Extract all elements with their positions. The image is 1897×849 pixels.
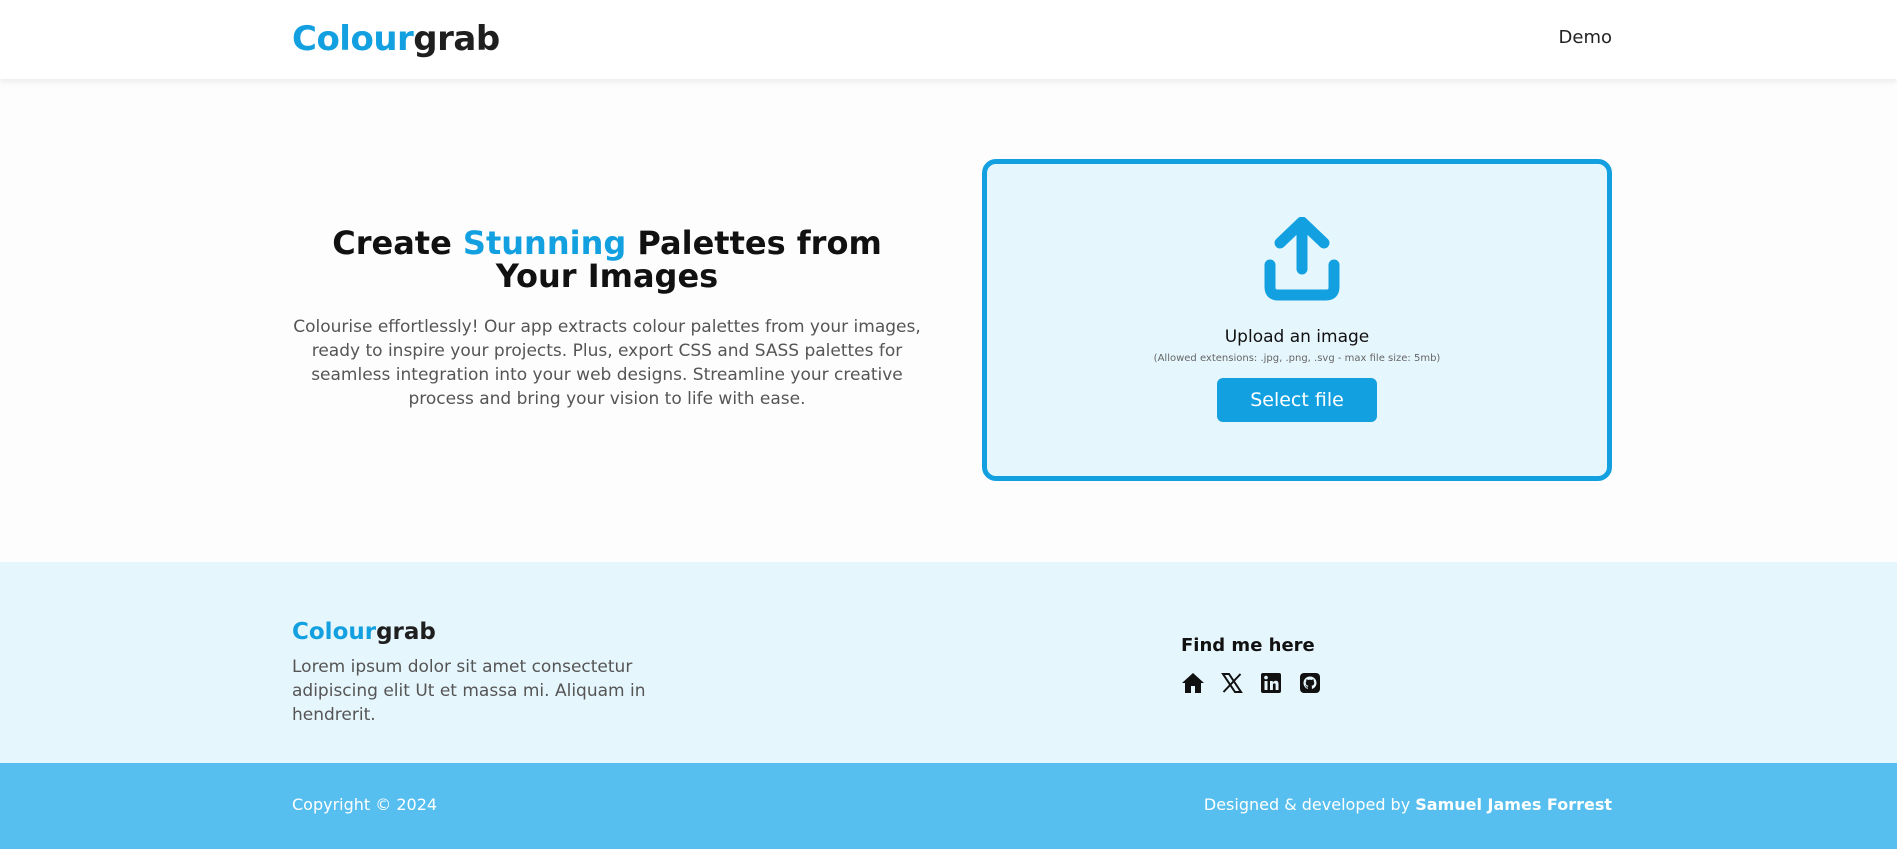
logo-part-colour: Colour <box>292 19 414 59</box>
copyright-text: Copyright © 2024 <box>292 795 438 814</box>
hero-description: Colourise effortlessly! Our app extracts… <box>293 317 921 409</box>
footer-main: Colourgrab Lorem ipsum dolor sit amet co… <box>0 562 1897 763</box>
upload-title: Upload an image <box>1224 327 1370 347</box>
credit-text: Designed & developed by Samuel James For… <box>1204 795 1612 814</box>
upload-dropzone[interactable]: Upload an image (Allowed extensions: .jp… <box>982 159 1612 481</box>
upload-hint: (Allowed extensions: .jpg, .png, .svg - … <box>1153 353 1441 364</box>
select-file-button[interactable]: Select file <box>1217 378 1377 422</box>
footer-logo[interactable]: Colourgrab <box>292 619 436 645</box>
logo[interactable]: Colourgrab <box>292 19 500 59</box>
find-me-title: Find me here <box>1181 635 1315 656</box>
hero-title: Create Stunning Palettes from Your Image… <box>292 227 922 293</box>
social-links <box>1181 671 1322 695</box>
home-icon[interactable] <box>1181 671 1205 695</box>
footer-description: Lorem ipsum dolor sit amet consectetur a… <box>292 657 646 725</box>
logo-part-grab: grab <box>413 19 500 59</box>
footer-logo-part-grab: grab <box>376 619 436 645</box>
upload-icon <box>1264 217 1340 301</box>
credit-author-link[interactable]: Samuel James Forrest <box>1415 795 1612 814</box>
linkedin-icon[interactable] <box>1259 671 1283 695</box>
footer-logo-part-colour: Colour <box>292 619 377 645</box>
footer-bottom-bar: Copyright © 2024 Designed & developed by… <box>0 763 1897 849</box>
hero-title-pre: Create <box>332 224 463 262</box>
github-icon[interactable] <box>1298 671 1322 695</box>
credit-prefix: Designed & developed by <box>1203 795 1416 814</box>
x-icon[interactable] <box>1220 671 1244 695</box>
top-navbar: Colourgrab Demo <box>0 0 1897 79</box>
nav-link-demo[interactable]: Demo <box>1559 27 1612 48</box>
